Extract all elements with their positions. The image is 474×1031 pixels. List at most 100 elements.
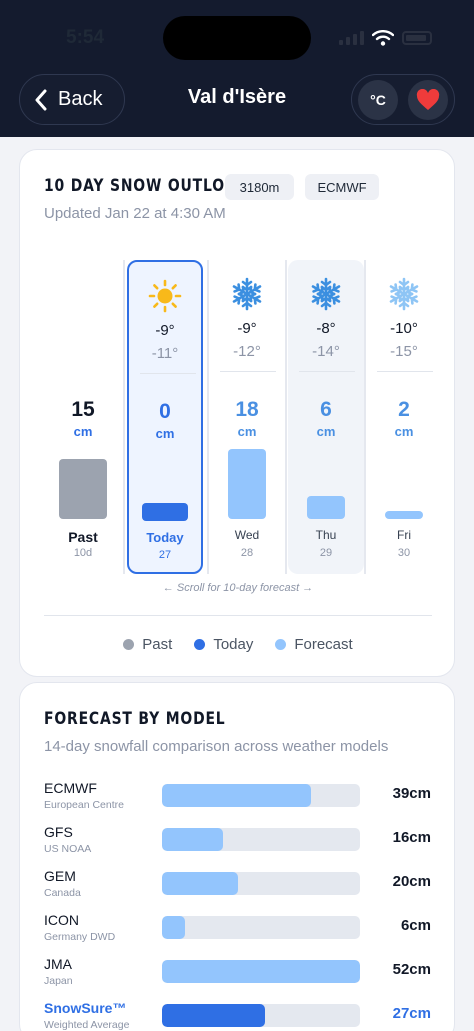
model-value: 20cm [392,873,431,890]
day-column-thu[interactable]: -8° -14° 6 cm Thu 29 [288,260,364,574]
legend: Past Today Forecast [20,636,456,653]
snowflake-icon [366,277,442,311]
day-name: Fri [397,528,411,542]
high-temp: -8° [316,320,336,337]
model-name: ICON [44,912,79,928]
day-name: Wed [234,528,260,542]
day-column-fri[interactable]: -10° -15° 2 cm Fri 30 [366,260,442,574]
status-time: 5:54 [66,27,105,48]
model-source: Weighted Average [44,1019,130,1031]
legend-forecast-label: Forecast [294,636,353,653]
past-snow-value: 15 [71,398,95,421]
elevation-pill[interactable]: 3180m [225,174,294,200]
high-temp: -10° [390,320,418,337]
high-temp: -9° [237,320,257,337]
heart-icon [416,89,440,110]
model-pill[interactable]: ECMWF [305,174,379,200]
day-name: Thu [315,528,337,542]
model-value: 16cm [392,829,431,846]
past-snow-bar [59,459,107,519]
separator [377,371,433,372]
legend-past: Past [123,636,172,653]
column-divider [123,260,125,574]
battery-icon [402,31,432,45]
day-column-today[interactable]: -9° -11° 0 cm Today 27 [127,260,203,574]
legend-past-label: Past [142,636,173,653]
dynamic-island [163,16,311,60]
model-bar-fill [162,784,311,807]
model-value: 52cm [392,961,431,978]
day-column-wed[interactable]: -9° -12° 18 cm Wed 28 [209,260,285,574]
model-bar-track [162,960,360,983]
model-value: 27cm [392,1005,431,1022]
model-source: US NOAA [44,843,92,855]
daily-forecast-scroll[interactable]: 15 cm Past 10d -9° -11° 0 cm Today 27 -9… [20,250,456,580]
model-bar-fill [162,872,239,895]
separator [299,371,355,372]
snow-bar [385,511,423,519]
model-row[interactable]: ECMWF European Centre 39cm [20,780,456,820]
model-bar-track [162,916,360,939]
model-bar-track [162,1004,360,1027]
wifi-icon [372,30,394,46]
model-value: 39cm [392,785,431,802]
model-row[interactable]: ICON Germany DWD 6cm [20,912,456,952]
model-name: GFS [44,824,73,840]
model-source: European Centre [44,799,124,811]
snow-unit: cm [237,424,257,439]
model-name: GEM [44,868,76,884]
unit-toggle-button[interactable]: °C [358,80,398,120]
favorite-button[interactable] [408,80,448,120]
model-source: Japan [44,975,73,987]
past-label: Past [68,529,98,545]
model-bar-track [162,784,360,807]
model-row[interactable]: GFS US NOAA 16cm [20,824,456,864]
separator [220,371,276,372]
back-label: Back [58,88,103,110]
forecast-by-model-card: FORECAST BY MODEL 14-day snowfall compar… [19,682,455,1031]
model-bar-track [162,828,360,851]
model-bar-track [162,872,360,895]
model-bar-fill [162,916,185,939]
model-bar-fill [162,960,360,983]
snow-value: 6 [320,398,332,421]
model-row[interactable]: JMA Japan 52cm [20,956,456,996]
snow-value: 18 [235,398,259,421]
sun-icon [129,279,201,313]
legend-dot-today [194,639,206,650]
outlook-title: 10 DAY SNOW OUTLOOK [44,176,250,196]
day-date: 28 [240,547,254,559]
past-period: 10d [73,547,93,559]
high-temp: -9° [155,322,175,339]
model-row[interactable]: GEM Canada 20cm [20,868,456,908]
chevron-left-icon [35,89,47,110]
model-name: JMA [44,956,72,972]
models-subtitle: 14-day snowfall comparison across weathe… [44,738,389,755]
separator [140,373,196,374]
model-value: 6cm [400,917,431,934]
back-button[interactable]: Back [19,74,125,125]
signal-icon [339,31,364,45]
page-title: Val d'Isère [187,86,287,108]
day-date: 30 [397,547,411,559]
scroll-hint: ← Scroll for 10-day forecast → [162,582,314,594]
snow-bar [228,449,266,519]
snowflake-icon [288,277,364,311]
updated-text: Updated Jan 22 at 4:30 AM [44,205,226,222]
snow-value: 0 [159,400,171,423]
model-source: Germany DWD [44,931,116,943]
snow-unit: cm [155,426,175,441]
model-bar-fill [162,828,223,851]
status-icons [339,30,432,46]
models-title: FORECAST BY MODEL [44,709,226,729]
low-temp: -14° [312,343,340,360]
legend-divider [44,615,432,616]
legend-dot-forecast [275,639,287,650]
snow-unit: cm [316,424,336,439]
low-temp: -15° [390,343,418,360]
day-date: 27 [158,549,172,561]
model-row[interactable]: SnowSure™ Weighted Average 27cm [20,1000,456,1031]
snow-value: 2 [398,398,410,421]
low-temp: -12° [233,343,261,360]
day-date: 29 [319,547,333,559]
